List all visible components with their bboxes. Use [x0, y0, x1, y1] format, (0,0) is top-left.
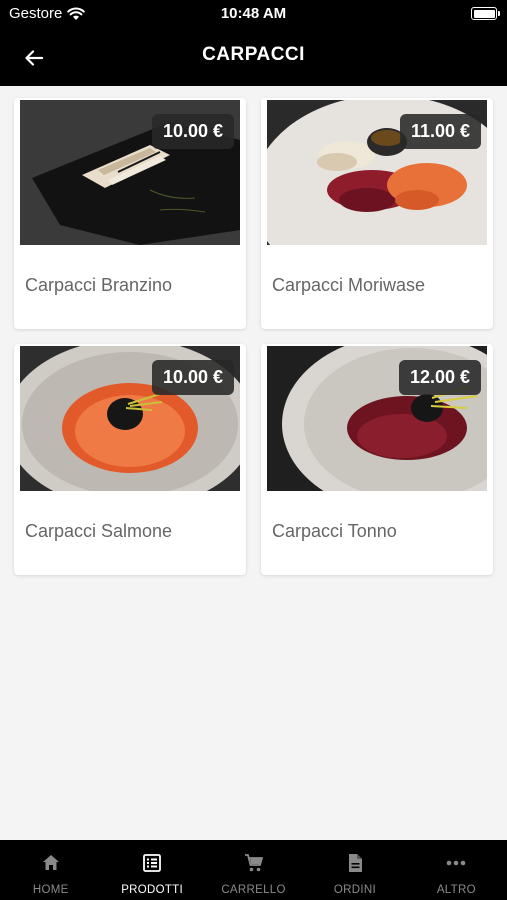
cart-icon: [244, 854, 263, 872]
product-image: 10.00 €: [20, 100, 240, 245]
status-time: 10:48 AM: [220, 5, 287, 22]
tab-label: ALTRO: [436, 884, 476, 896]
product-card[interactable]: 10.00 € Carpacci Salmone: [14, 344, 246, 575]
tab-home[interactable]: HOME: [0, 840, 101, 900]
status-bar: Gestore 10:48 AM: [0, 0, 507, 28]
product-name: Carpacci Moriwase: [272, 275, 426, 295]
list-icon: [143, 854, 162, 872]
product-grid: 10.00 € Carpacci Branzino 11.00 € Carpac…: [14, 98, 494, 575]
product-card[interactable]: 10.00 € Carpacci Branzino: [14, 98, 246, 329]
price-badge: 10.00 €: [151, 114, 234, 149]
product-image: 11.00 €: [267, 100, 487, 245]
tab-bar: HOME PRODOTTI CARRELLO ORDINI ALTRO: [0, 840, 507, 900]
tab-label: CARRELLO: [221, 884, 286, 896]
tab-altro[interactable]: ALTRO: [406, 840, 507, 900]
tab-prodotti[interactable]: PRODOTTI: [101, 840, 202, 900]
price-badge: 10.00 €: [151, 360, 234, 395]
price-badge: 12.00 €: [398, 360, 481, 395]
tab-label: ORDINI: [333, 884, 376, 896]
product-name: Carpacci Salmone: [25, 521, 173, 541]
price-badge: 11.00 €: [399, 114, 481, 149]
product-card[interactable]: 11.00 € Carpacci Moriwase: [261, 98, 493, 329]
product-name: Carpacci Tonno: [272, 521, 397, 541]
tab-label: PRODOTTI: [121, 884, 184, 896]
navigation-bar: CARPACCI: [0, 28, 507, 86]
page-title: CARPACCI: [202, 44, 305, 65]
product-card[interactable]: 12.00 € Carpacci Tonno: [261, 344, 493, 575]
battery-icon: [471, 7, 500, 20]
tab-label: HOME: [32, 884, 69, 896]
product-name: Carpacci Branzino: [25, 275, 173, 295]
more-icon: [447, 860, 466, 866]
document-icon: [348, 854, 362, 872]
tab-carrello[interactable]: CARRELLO: [203, 840, 304, 900]
product-image: 10.00 €: [20, 346, 240, 491]
product-image: 12.00 €: [267, 346, 487, 491]
tab-ordini[interactable]: ORDINI: [304, 840, 405, 900]
home-icon: [42, 855, 59, 870]
